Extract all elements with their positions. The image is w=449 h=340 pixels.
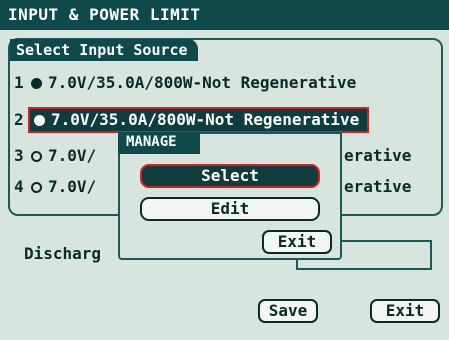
input-source-row-2[interactable]: 2 7.0V/35.0A/800W-Not Regenerative [14,107,440,133]
radio-icon[interactable] [31,181,42,193]
input-source-row-1[interactable]: 1 7.0V/35.0A/800W-Not Regenerative [14,70,440,96]
row-label-highlight: 7.0V/35.0A/800W-Not Regenerative [28,107,370,133]
edit-button[interactable]: Edit [140,197,320,221]
row-number: 3 [14,146,24,165]
row-label: 7.0V/35.0A/800W-Not Regenerative [48,73,357,92]
row-label-suffix: erative [344,177,412,196]
row-label-suffix: erative [344,146,412,165]
save-button[interactable]: Save [258,299,318,323]
row-number: 2 [14,110,24,129]
row-label-prefix: 7.0V/ [48,146,97,165]
discharge-label: Discharg [24,244,102,263]
exit-button[interactable]: Exit [370,299,440,323]
row-number: 1 [14,73,24,92]
row-label-prefix: 7.0V/ [48,177,97,196]
window-title: INPUT & POWER LIMIT [0,0,449,30]
row-label: 7.0V/35.0A/800W-Not Regenerative [51,110,360,129]
row-number: 4 [14,177,24,196]
radio-icon[interactable] [31,150,42,162]
select-button[interactable]: Select [140,164,320,188]
group-title: Select Input Source [10,39,198,61]
screen: INPUT & POWER LIMIT Select Input Source … [0,0,449,340]
manage-dialog-title: MANAGE [118,132,200,154]
radio-icon[interactable] [34,114,45,126]
dialog-exit-button[interactable]: Exit [262,230,332,254]
radio-checked-icon[interactable] [31,77,42,89]
